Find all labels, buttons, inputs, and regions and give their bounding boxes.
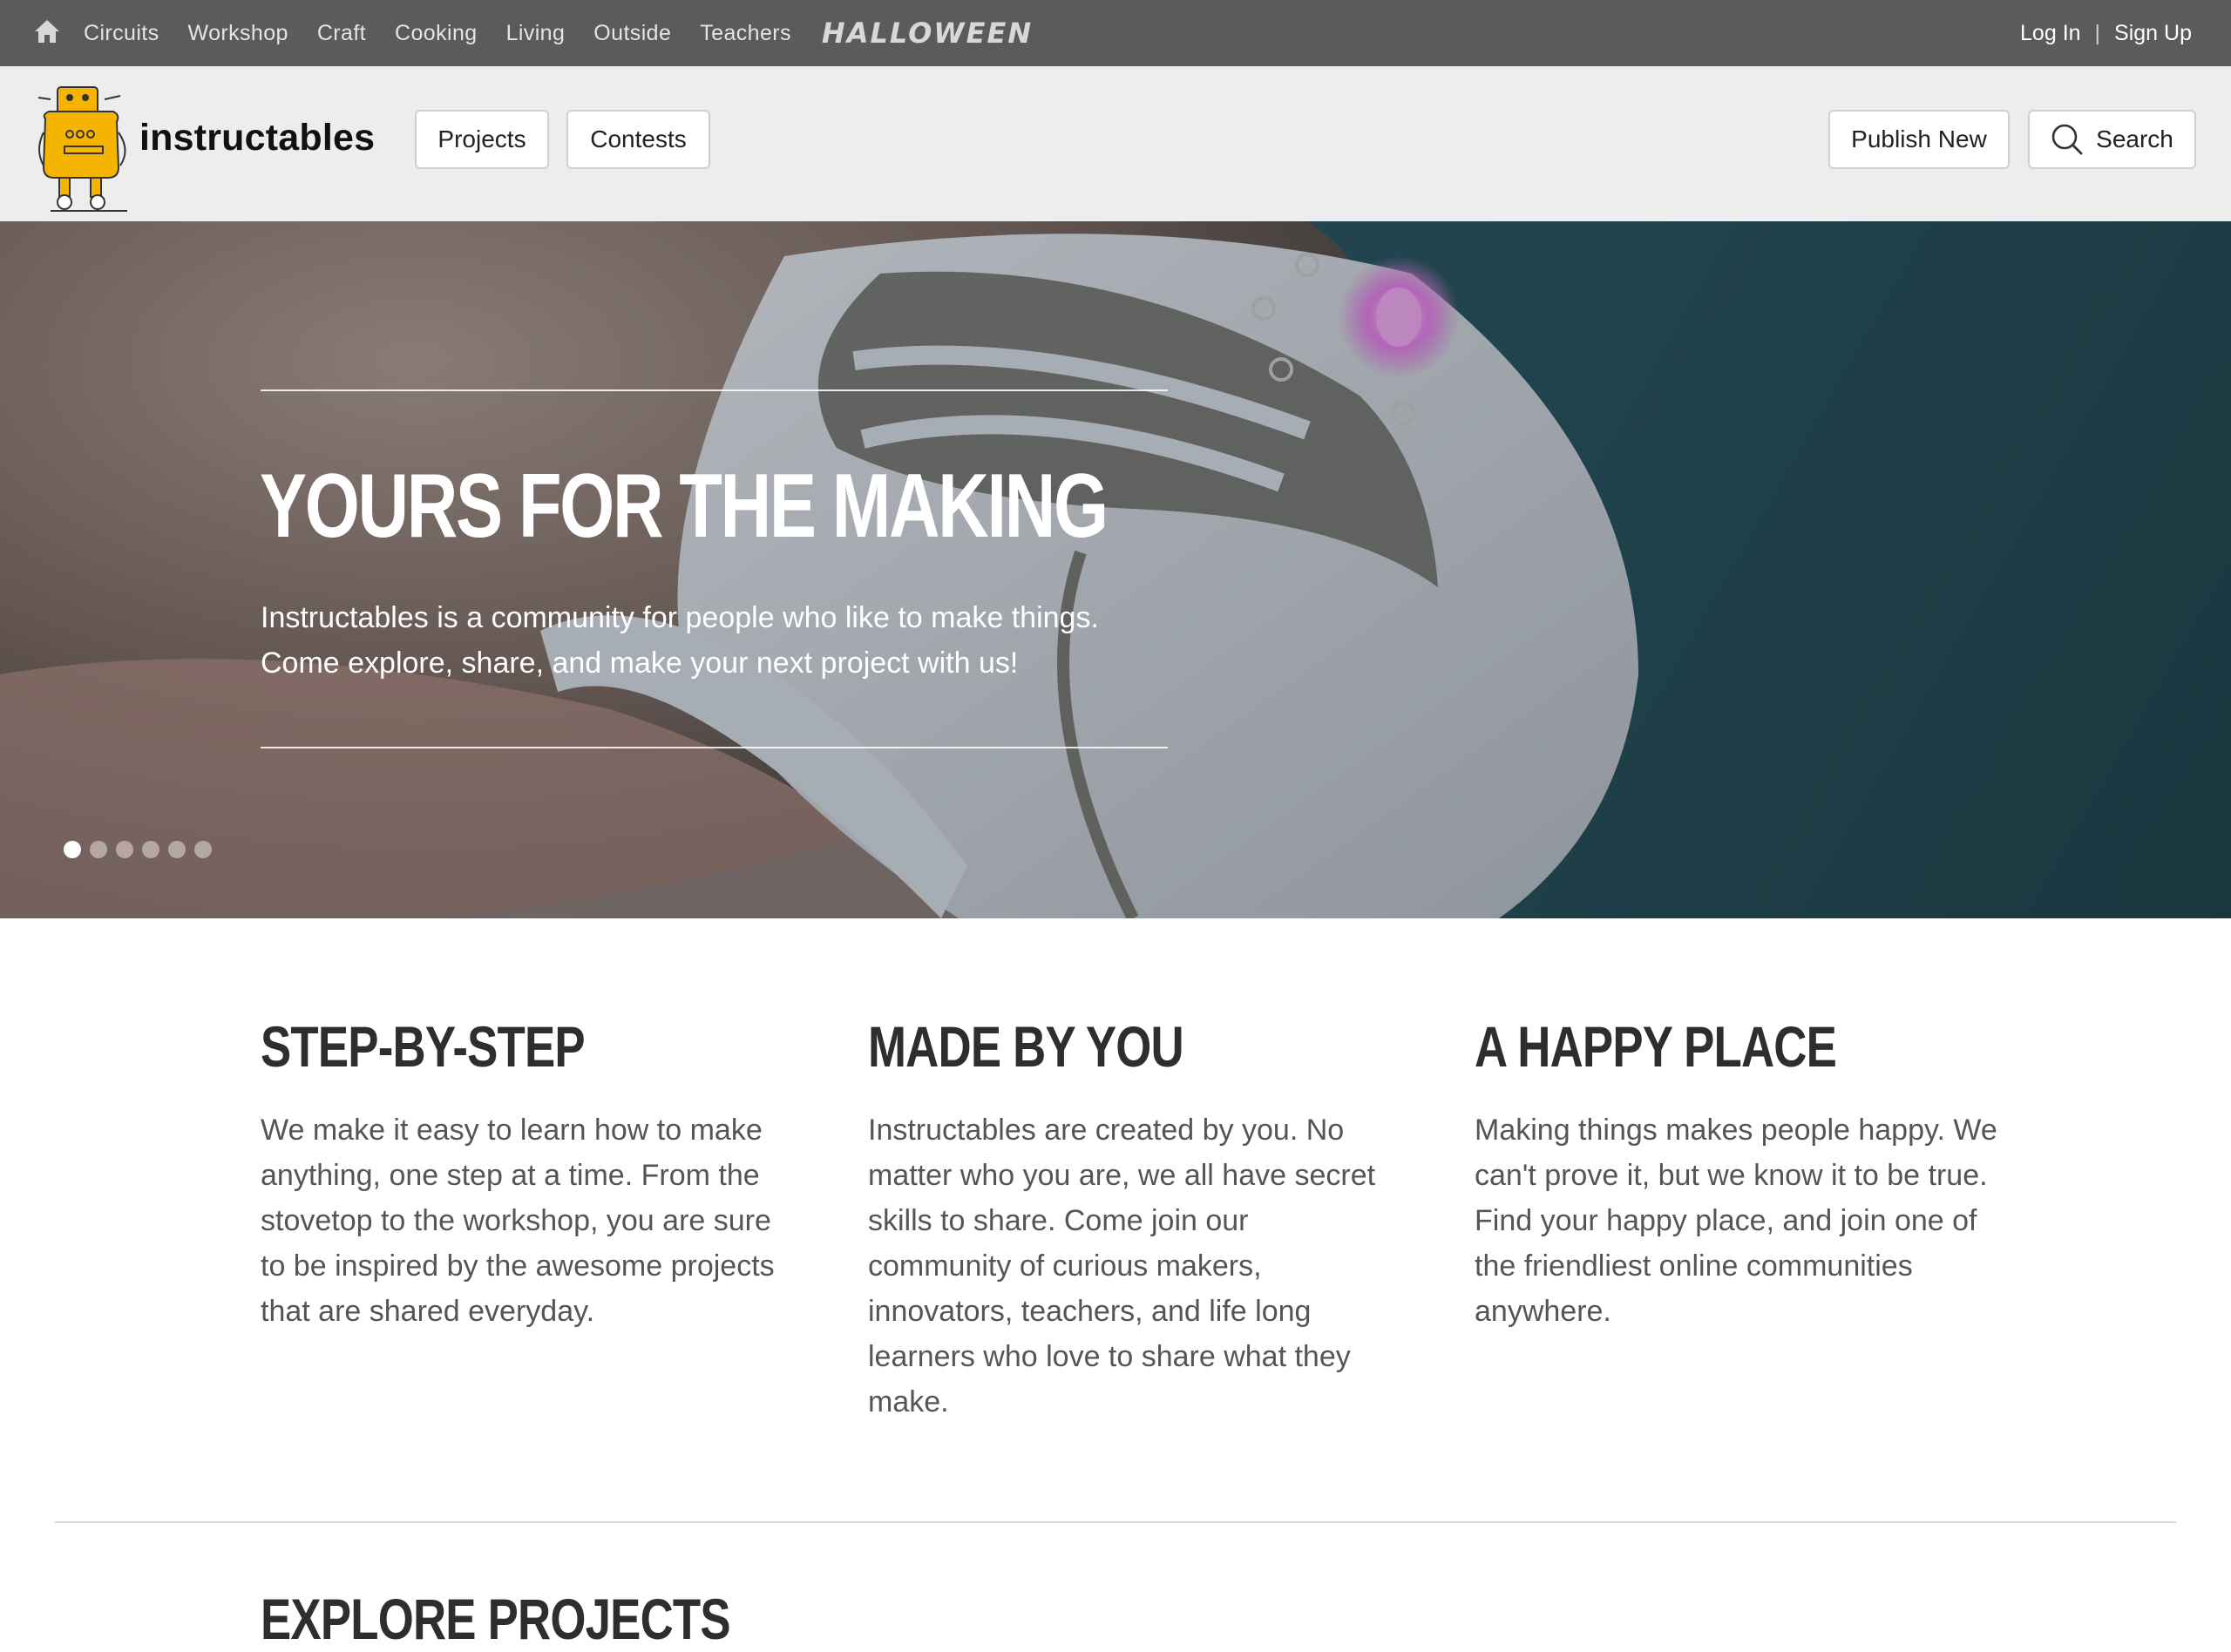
contests-button[interactable]: Contests [566, 110, 710, 169]
explore-projects-title: EXPLORE PROJECTS [261, 1587, 731, 1651]
home-icon[interactable] [33, 17, 61, 45]
search-label: Search [2096, 125, 2173, 152]
logo-text[interactable]: instructables [139, 117, 375, 159]
feature-title: MADE BY YOU [868, 1014, 1184, 1079]
signup-link[interactable]: Sign Up [2114, 21, 2192, 46]
robot-logo-icon[interactable] [33, 80, 136, 220]
feature-title: A HAPPY PLACE [1475, 1014, 1837, 1079]
feature-made-by-you: MADE BY YOU Instructables are created by… [868, 1013, 1408, 1425]
nav-cooking[interactable]: Cooking [395, 21, 478, 46]
feature-step-by-step: STEP-BY-STEP We make it easy to learn ho… [261, 1013, 801, 1334]
carousel-dot-2[interactable] [90, 841, 107, 858]
section-divider [55, 1521, 2176, 1523]
search-button[interactable]: Search [2028, 110, 2196, 169]
nav-living[interactable]: Living [506, 21, 566, 46]
carousel-dots [64, 841, 220, 858]
nav-outside[interactable]: Outside [593, 21, 671, 46]
carousel-dot-6[interactable] [194, 841, 212, 858]
search-icon [2051, 124, 2083, 155]
projects-button[interactable]: Projects [415, 110, 549, 169]
login-link[interactable]: Log In [2020, 21, 2081, 46]
hero-title: YOURS FOR THE MAKING [260, 456, 1109, 557]
feature-text: We make it easy to learn how to make any… [261, 1114, 775, 1328]
hero-background-image [0, 221, 2231, 918]
auth-separator: | [2094, 20, 2101, 45]
feature-text: Instructables are created by you. No mat… [868, 1114, 1376, 1418]
nav-teachers[interactable]: Teachers [700, 21, 791, 46]
nav-craft[interactable]: Craft [317, 21, 366, 46]
hero-banner: YOURS FOR THE MAKING Instructables is a … [0, 221, 2231, 918]
feature-title: STEP-BY-STEP [261, 1014, 586, 1079]
hero-subtitle-line-1: Instructables is a community for people … [261, 601, 1099, 634]
carousel-dot-3[interactable] [116, 841, 133, 858]
category-nav: Circuits Workshop Craft Cooking Living O… [84, 0, 1033, 66]
hero-subtitle-line-2: Come explore, share, and make your next … [261, 647, 1019, 680]
feature-text: Making things makes people happy. We can… [1475, 1114, 1997, 1328]
site-header: instructables Projects Contests Publish … [0, 66, 2231, 221]
nav-halloween[interactable]: HALLOWEEN [822, 17, 1033, 50]
publish-new-button[interactable]: Publish New [1828, 110, 2010, 169]
carousel-dot-4[interactable] [142, 841, 159, 858]
nav-circuits[interactable]: Circuits [84, 21, 159, 46]
carousel-dot-5[interactable] [168, 841, 186, 858]
hero-bottom-rule [261, 747, 1168, 748]
hero-top-rule [261, 389, 1168, 391]
feature-happy-place: A HAPPY PLACE Making things makes people… [1475, 1013, 2015, 1334]
carousel-dot-1[interactable] [64, 841, 81, 858]
nav-workshop[interactable]: Workshop [188, 21, 288, 46]
top-bar: Circuits Workshop Craft Cooking Living O… [0, 0, 2231, 66]
auth-links: Log In | Sign Up [2020, 0, 2192, 66]
